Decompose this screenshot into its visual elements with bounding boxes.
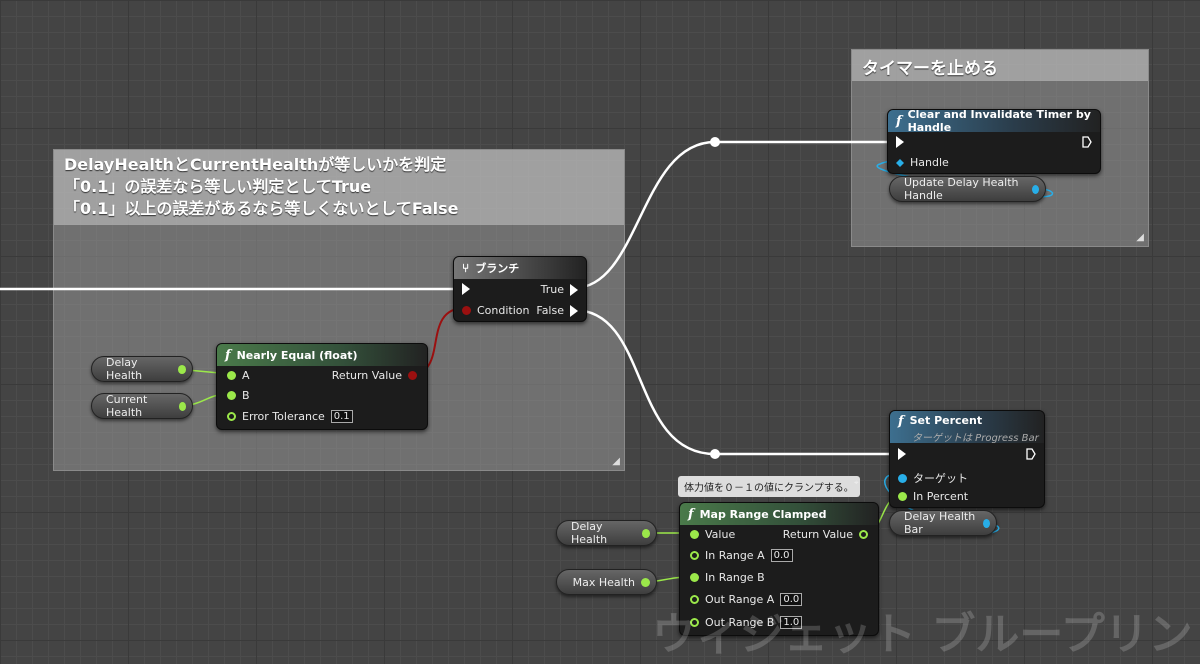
pin-label: False [536, 304, 564, 317]
pin-label: Return Value [331, 369, 402, 382]
pin-label: Error Tolerance [242, 410, 325, 423]
float-pin-icon [227, 371, 236, 380]
float-pin-icon [690, 551, 699, 560]
bool-pin-icon [462, 306, 471, 315]
var-label: Current Health [106, 393, 148, 419]
node-subtitle: ターゲットは Progress Bar [912, 433, 1039, 444]
in-range-a-pin[interactable]: In Range A 0.0 [690, 549, 793, 562]
return-value-pin[interactable]: Return Value [783, 528, 868, 541]
exec-in-pin[interactable] [898, 448, 906, 460]
exec-pin-icon [898, 448, 906, 460]
function-icon: f [898, 414, 904, 429]
exec-in-pin[interactable] [896, 136, 904, 148]
float-pin-icon [898, 492, 907, 501]
in-range-a-input[interactable]: 0.0 [770, 549, 793, 562]
exec-pin-icon [462, 283, 470, 295]
bool-pin-icon [408, 371, 417, 380]
pin-label: ターゲット [913, 472, 968, 485]
pin-label: In Range B [705, 571, 765, 584]
exec-wire-true [573, 140, 896, 290]
float-pin-icon[interactable] [641, 577, 650, 587]
exec-pin-icon [570, 283, 578, 296]
float-pin-icon [227, 391, 236, 400]
max-health-var[interactable]: Max Health [556, 569, 657, 595]
node-header[interactable]: f Map Range Clamped [680, 503, 878, 525]
pin-label: In Range A [705, 549, 765, 562]
error-tolerance-pin[interactable]: Error Tolerance 0.1 [227, 410, 353, 423]
var-label: Delay Health Bar [904, 510, 976, 536]
exec-out-pin[interactable] [1026, 448, 1036, 460]
node-comment-bubble[interactable]: 体力値を０－１の値にクランプする。 [678, 476, 860, 497]
true-pin[interactable]: True [541, 283, 578, 296]
set-percent-node[interactable]: f Set Percent ターゲットは Progress Bar ターゲット I… [889, 410, 1045, 508]
pin-label: Value [705, 528, 736, 541]
float-pin-icon [690, 573, 699, 582]
var-label: Delay Health [571, 520, 608, 546]
value-pin[interactable]: Value [690, 528, 735, 541]
float-pin-icon[interactable] [178, 401, 186, 411]
exec-pin-icon [1082, 136, 1092, 148]
false-pin[interactable]: False [536, 304, 578, 317]
clear-timer-node[interactable]: f Clear and Invalidate Timer by Handle Ha… [887, 108, 1101, 174]
nearly-equal-node[interactable]: f Nearly Equal (float) A Return Value B E… [216, 343, 428, 430]
graph-type-watermark: ウィジェット ブループリント [652, 609, 1200, 660]
node-header[interactable]: f Nearly Equal (float) [217, 344, 427, 366]
float-pin-icon [690, 530, 699, 539]
var-label: Delay Health [106, 356, 143, 382]
var-label: Max Health [572, 575, 635, 589]
pin-label: Return Value [782, 528, 853, 541]
exec-in-pin[interactable] [462, 283, 470, 295]
b-pin[interactable]: B [227, 389, 250, 402]
node-title: Nearly Equal (float) [236, 348, 358, 362]
function-icon: f [225, 347, 231, 363]
wire-layer [0, 137, 1053, 583]
pin-label: In Percent [913, 490, 969, 503]
pin-label: Condition [477, 304, 530, 317]
float-pin-icon[interactable] [177, 364, 186, 374]
reroute-node [710, 449, 720, 459]
exec-pin-icon [896, 136, 904, 148]
function-icon: f [896, 113, 902, 129]
pin-label: Handle [910, 156, 949, 169]
node-title: Clear and Invalidate Timer by Handle [907, 108, 1091, 134]
struct-pin-icon [896, 158, 904, 167]
pin-label: True [540, 283, 564, 296]
pin-comment-icon[interactable]: ⌖ [854, 478, 859, 488]
return-value-pin[interactable]: Return Value [332, 369, 417, 382]
float-pin-icon[interactable] [641, 528, 650, 538]
node-header[interactable]: f Clear and Invalidate Timer by Handle [888, 108, 1100, 134]
float-pin-icon [227, 412, 236, 421]
pin-label: B [242, 389, 250, 402]
node-title: Set Percent [909, 414, 983, 427]
tolerance-input[interactable]: 0.1 [330, 410, 353, 423]
in-percent-pin[interactable]: In Percent [898, 490, 968, 503]
a-pin[interactable]: A [227, 369, 250, 382]
exec-pin-icon [1026, 448, 1036, 460]
float-pin-icon [859, 530, 868, 539]
var-label: Update Delay Health Handle [904, 176, 1019, 202]
target-pin[interactable]: ターゲット [898, 470, 968, 486]
branch-icon: ⑂ [462, 261, 470, 275]
update-delay-health-handle-var[interactable]: Update Delay Health Handle [889, 176, 1046, 202]
exec-out-pin[interactable] [1082, 136, 1092, 148]
current-health-var[interactable]: Current Health [91, 393, 193, 419]
node-title: ブランチ [475, 262, 520, 275]
delay-health-var[interactable]: Delay Health [91, 356, 193, 382]
object-pin-icon[interactable] [982, 518, 990, 528]
reroute-node [710, 137, 720, 147]
in-range-b-pin[interactable]: In Range B [690, 571, 765, 584]
node-header[interactable]: ⑂ ブランチ [454, 257, 586, 279]
pin-label: A [242, 369, 250, 382]
delay-health-bar-var[interactable]: Delay Health Bar [889, 510, 997, 536]
handle-pin[interactable]: Handle [896, 156, 949, 169]
object-pin-icon [898, 473, 907, 483]
object-pin-icon[interactable] [1032, 184, 1039, 194]
condition-pin[interactable]: Condition [462, 304, 530, 317]
exec-pin-icon [570, 304, 578, 317]
delay-health-var[interactable]: Delay Health [556, 520, 657, 546]
branch-node[interactable]: ⑂ ブランチ True Condition False [453, 256, 587, 322]
exec-wire-false [573, 308, 900, 456]
node-title: Map Range Clamped [699, 507, 827, 521]
function-icon: f [688, 506, 694, 522]
